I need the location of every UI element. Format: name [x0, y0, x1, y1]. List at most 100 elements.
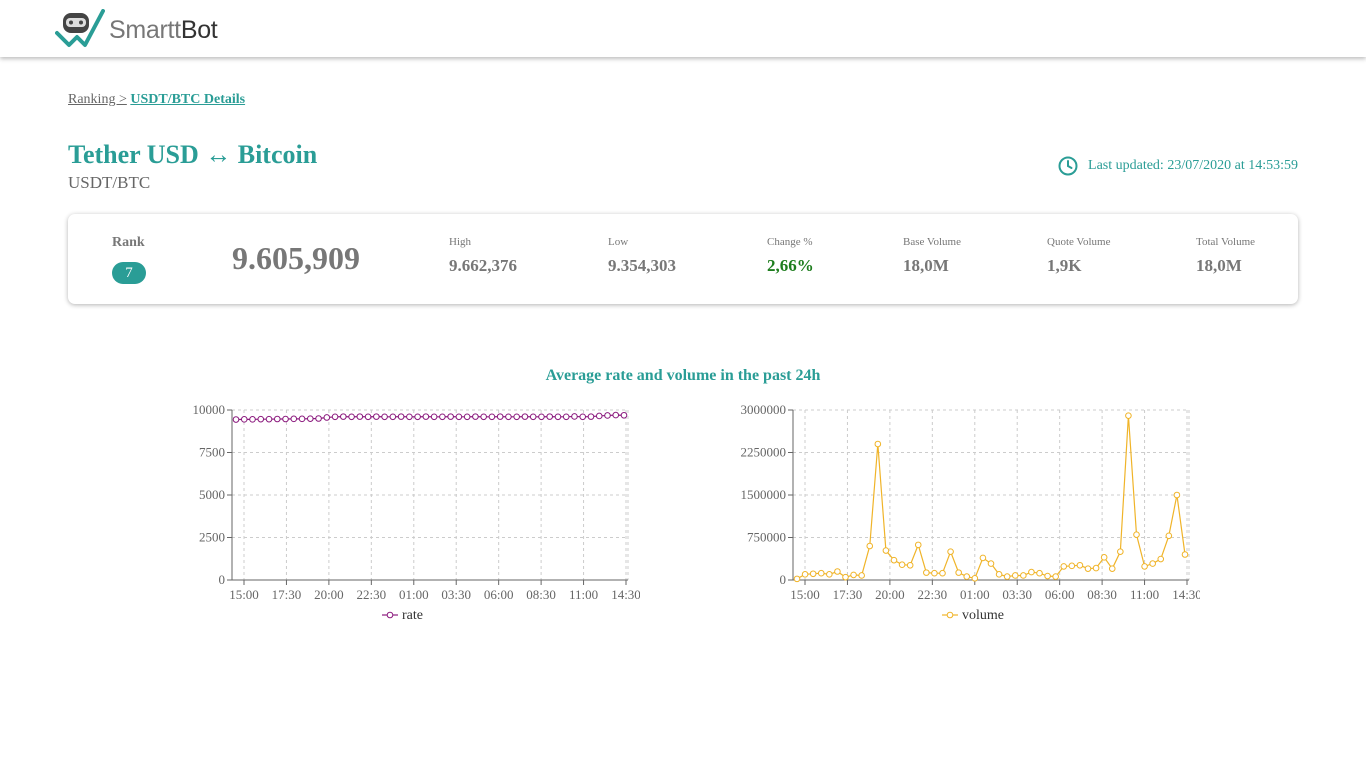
y-tick-label: 1500000: [741, 487, 787, 502]
logo-text-part-1: Smartt: [109, 15, 181, 44]
rate-point: [595, 412, 603, 420]
x-tick-label: 01:00: [960, 587, 990, 602]
volume-chart: 0 750000 1500000 2250000 3000000 15:00 17:30 20…: [730, 398, 1202, 638]
volume-point: [793, 575, 801, 583]
stat-quote-volume-value: 1,9K: [1047, 256, 1082, 275]
rate-point: [620, 411, 628, 419]
volume-point: [1092, 564, 1100, 572]
rate-point: [496, 413, 504, 420]
volume-point: [906, 561, 914, 569]
chart-grid: [788, 409, 1190, 585]
x-tick-label: 03:30: [1002, 587, 1032, 602]
x-tick-label: 14:30: [611, 587, 640, 602]
stat-total-volume-value: 18,0M: [1196, 256, 1242, 275]
rate-point: [571, 413, 578, 420]
volume-point: [1020, 572, 1027, 579]
volume-point: [834, 568, 841, 575]
volume-point: [1149, 560, 1156, 567]
rate-point: [298, 415, 306, 423]
volume-point: [826, 571, 833, 578]
logo[interactable]: SmarttBot: [55, 8, 218, 52]
rate-point: [463, 413, 471, 421]
volume-point: [817, 569, 825, 577]
rate-point: [356, 413, 364, 420]
volume-point: [1125, 412, 1132, 419]
volume-point: [1011, 572, 1019, 579]
volume-point: [890, 556, 898, 564]
rate-point: [282, 415, 289, 423]
volume-point: [1068, 562, 1076, 570]
stats-card: Rank 7 9.605,909 High 9.662,376 Low 9.35…: [68, 214, 1298, 304]
stat-total-volume: Total Volume 18,0M: [1196, 236, 1255, 276]
x-tick-label: 17:30: [272, 587, 302, 602]
x-tick-label: 03:30: [441, 587, 471, 602]
volume-point: [1003, 573, 1011, 580]
stat-high-label: High: [449, 236, 471, 248]
x-tick-label: 15:00: [229, 587, 259, 602]
volume-point: [979, 554, 987, 562]
rate-point: [414, 413, 421, 421]
volume-point: [850, 571, 857, 579]
rate-point: [406, 413, 413, 421]
x-tick-label: 08:30: [526, 587, 556, 602]
stat-change-label: Change %: [767, 236, 813, 248]
charts-title: Average rate and volume in the past 24h: [545, 367, 821, 384]
y-tick-label: 0: [219, 572, 226, 587]
rate-point: [430, 413, 438, 421]
volume-point: [1117, 548, 1124, 555]
top-bar: SmarttBot: [0, 0, 1366, 57]
rate-point: [579, 413, 587, 421]
stat-quote-volume: Quote Volume 1,9K: [1047, 236, 1110, 276]
volume-point: [1028, 568, 1035, 576]
legend-label: volume: [962, 608, 1004, 623]
rate-point: [348, 413, 355, 421]
rate-chart: 0 2500 5000 7500 10000 15:00 17:30 20:00 22:30 01…: [170, 398, 641, 638]
volume-point: [1044, 572, 1051, 580]
volume-point: [809, 570, 817, 578]
rate-point: [562, 413, 570, 421]
y-tick-label: 0: [780, 572, 787, 587]
volume-point: [1181, 551, 1189, 558]
breadcrumb-current[interactable]: USDT/BTC Details: [130, 92, 245, 107]
rate-point: [273, 415, 281, 423]
x-tick-label: 01:00: [399, 587, 429, 602]
volume-point: [866, 542, 874, 550]
volume-line: [796, 415, 1186, 580]
volume-point: [971, 575, 979, 582]
x-tick-label: 08:30: [1087, 587, 1117, 602]
volume-point: [858, 572, 865, 579]
chart-grid: [227, 409, 629, 585]
y-tick-label: 750000: [747, 530, 786, 545]
rate-point: [340, 413, 347, 420]
stat-low: Low 9.354,303: [608, 236, 676, 276]
y-tick-label: 5000: [199, 487, 225, 502]
rank-label: Rank: [112, 235, 145, 250]
legend-marker: [946, 611, 954, 619]
page-title: Tether USD ↔ Bitcoin: [68, 140, 318, 169]
logo-text-part-2: Bot: [180, 15, 218, 44]
rate-point: [249, 416, 256, 423]
rate-point: [265, 415, 273, 423]
volume-point: [939, 569, 946, 577]
robot-logo-icon: [55, 9, 105, 47]
volume-point: [931, 569, 938, 577]
rate-point: [240, 416, 248, 423]
stat-base-volume-value: 18,0M: [903, 256, 949, 275]
stat-base-volume-label: Base Volume: [903, 236, 961, 248]
volume-point: [1141, 563, 1148, 570]
volume-point: [801, 571, 809, 578]
x-tick-label: 22:30: [357, 587, 387, 602]
rate-point: [538, 413, 545, 421]
stat-high: High 9.662,376: [449, 236, 517, 276]
rate-point: [323, 414, 331, 421]
volume-point: [995, 571, 1003, 578]
breadcrumb-ranking-link[interactable]: Ranking >: [68, 92, 127, 107]
rank-badge: 7: [112, 262, 146, 284]
rate-point: [505, 413, 512, 421]
rate-point: [315, 415, 322, 422]
rate-point: [331, 413, 339, 421]
rate-point: [381, 413, 388, 421]
stat-low-value: 9.354,303: [608, 256, 676, 275]
stat-base-volume: Base Volume 18,0M: [903, 236, 961, 276]
rate-point: [604, 412, 611, 419]
